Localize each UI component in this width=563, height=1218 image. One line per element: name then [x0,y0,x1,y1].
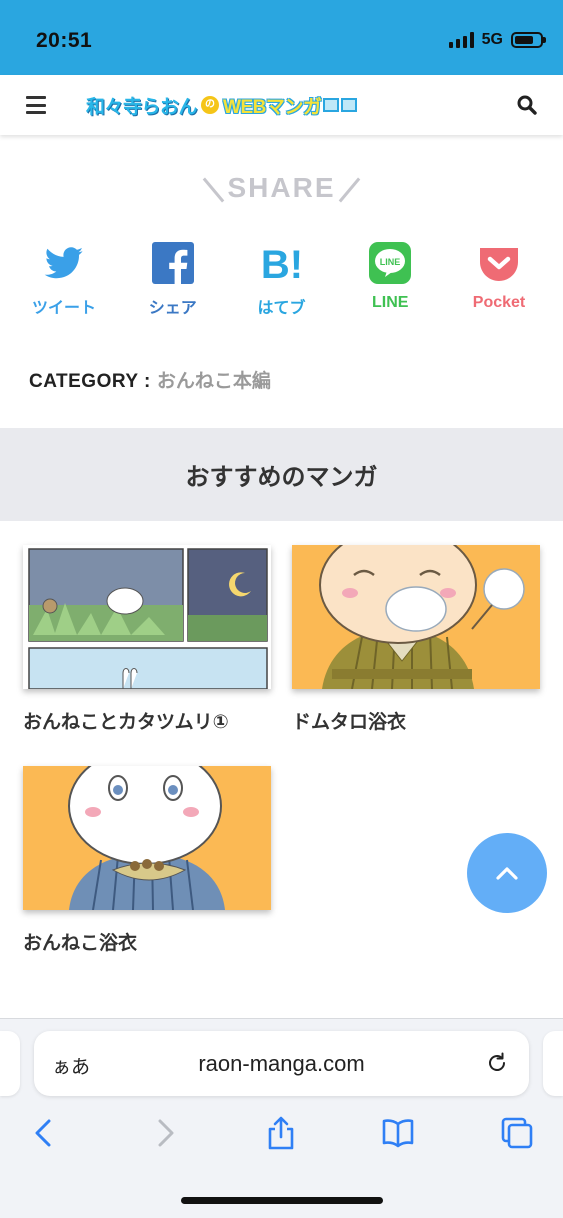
category-key: CATEGORY : [29,371,151,392]
manga-title[interactable]: おんねことカタツムリ① [23,707,271,734]
manga-thumbnail [23,545,271,689]
status-time: 20:51 [36,29,93,52]
battery-icon [511,32,546,48]
back-icon[interactable] [27,1115,61,1151]
status-bar: 20:51 5G [0,0,563,75]
search-icon[interactable] [517,95,537,115]
back-to-top-button[interactable] [467,833,547,913]
svg-text:B!: B! [260,243,302,286]
share-heading: SHARE [0,172,563,205]
slash-decoration [203,177,225,203]
status-indicators: 5G [448,31,546,49]
share-title-text: SHARE [227,172,336,203]
share-twitter-label: ツイート [31,300,96,317]
facebook-icon [151,242,194,286]
share-facebook-button[interactable]: シェア [119,240,227,318]
share-line-button[interactable]: LINE LINE [336,240,444,318]
manga-title[interactable]: ドムタロ浴衣 [292,707,540,734]
tabs-icon[interactable] [500,1115,534,1151]
signal-icon [448,32,474,48]
forward-icon[interactable] [148,1115,182,1151]
manga-card[interactable]: おんねこ浴衣 [23,766,271,955]
url-text[interactable]: raon-manga.com [34,1051,529,1077]
bookmarks-icon[interactable] [381,1115,415,1151]
logo-text-no: の [201,96,220,114]
share-pocket-button[interactable]: Pocket [445,240,553,318]
previous-tab-preview[interactable] [0,1031,20,1096]
recommended-header: おすすめのマンガ [0,428,563,521]
share-icon[interactable] [264,1115,298,1151]
site-logo[interactable]: 和々寺らおん の WEBマンガ [86,89,358,121]
manga-title[interactable]: おんねこ浴衣 [23,928,271,955]
address-bar[interactable]: ぁあ raon-manga.com [34,1031,529,1096]
chevron-up-icon [496,867,518,880]
recommended-title: おすすめのマンガ [185,464,378,491]
category-link[interactable]: おんねこ本編 [157,371,271,392]
share-hatena-label: はてブ [257,300,306,317]
hatena-bookmark-icon: B! [260,243,302,286]
share-pocket-label: Pocket [472,294,526,311]
logo-text-webmanga: WEBマンガ [223,96,322,118]
pocket-icon [480,248,518,281]
line-icon: LINE [369,242,412,284]
manga-thumbnail [23,766,271,910]
category-line: CATEGORY : おんねこ本編 [29,366,271,393]
network-label: 5G [481,31,503,48]
twitter-bird-icon [44,247,83,279]
slash-decoration [338,177,360,203]
share-line-label: LINE [372,294,409,311]
manga-card[interactable]: おんねことカタツムリ① [23,545,271,734]
share-twitter-button[interactable]: ツイート [10,240,118,318]
logo-panels-icon [323,98,358,112]
svg-text:LINE: LINE [380,257,401,267]
home-indicator [181,1197,383,1204]
logo-text-name: 和々寺らおん [86,96,198,118]
share-hatena-button[interactable]: B! はてブ [228,240,336,318]
hamburger-menu-icon[interactable] [26,96,46,114]
share-facebook-label: シェア [148,300,197,317]
site-header: 和々寺らおん の WEBマンガ [0,75,563,135]
reload-icon[interactable] [485,1051,509,1075]
manga-card[interactable]: ドムタロ浴衣 [292,545,540,734]
next-tab-preview[interactable] [543,1031,563,1096]
manga-thumbnail [292,545,540,689]
share-buttons: ツイート シェア B! はてブ LINE LINE Pocket [10,240,553,318]
